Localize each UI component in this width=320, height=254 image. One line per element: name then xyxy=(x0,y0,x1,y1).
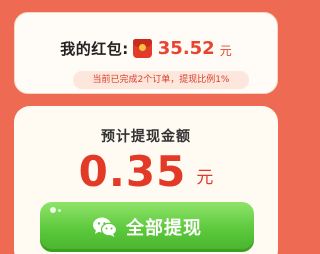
wechat-icon xyxy=(93,217,118,237)
red-packet-amount: 35.52 xyxy=(157,37,215,59)
red-packet-icon xyxy=(132,38,152,58)
estimate-row: 0.35 元 xyxy=(14,146,278,194)
estimate-label: 预计提现金额 xyxy=(101,129,191,145)
red-packet-card: 我的红包: 35.52 元 当前已完成2个订单，提现比例1% xyxy=(14,12,278,94)
withdraw-all-button[interactable]: 全部提现 xyxy=(40,202,254,252)
withdraw-ratio-note: 当前已完成2个订单，提现比例1% xyxy=(73,71,249,89)
withdraw-screen: 我的红包: 35.52 元 当前已完成2个订单，提现比例1% 预计提现金额 0.… xyxy=(0,0,296,254)
red-packet-unit: 元 xyxy=(219,43,232,58)
red-packet-label: 我的红包: xyxy=(60,39,129,58)
estimate-unit: 元 xyxy=(196,168,214,188)
red-packet-balance-row: 我的红包: 35.52 元 xyxy=(15,35,277,61)
estimate-amount: 0.35 xyxy=(78,147,187,196)
withdraw-all-label: 全部提现 xyxy=(126,218,202,239)
